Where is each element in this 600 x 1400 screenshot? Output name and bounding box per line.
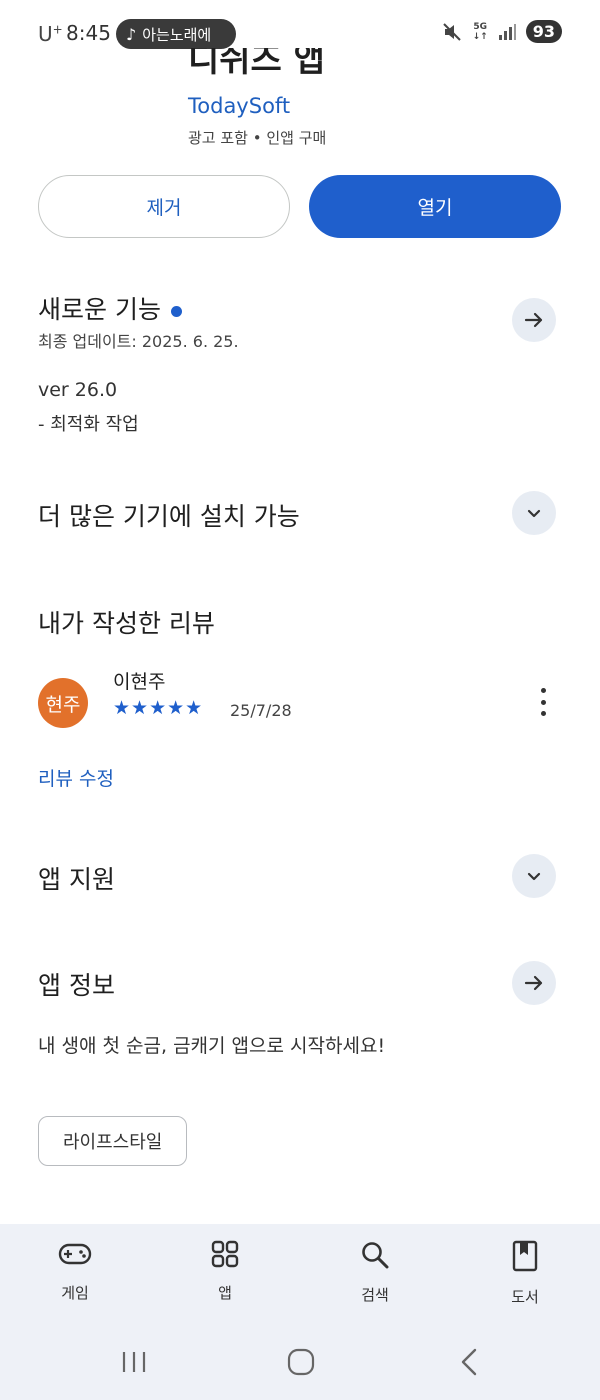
chevron-down-icon xyxy=(527,509,541,518)
more-devices-expand-button[interactable] xyxy=(512,491,556,535)
version-text: ver 26.0 xyxy=(38,379,118,401)
arrow-right-icon xyxy=(524,312,543,328)
reviewer-name: 이현주 xyxy=(113,671,166,693)
recent-apps-icon[interactable] xyxy=(120,1350,148,1378)
developer-link[interactable]: TodaySoft xyxy=(188,94,290,118)
app-description: 내 생애 첫 순금, 금캐기 앱으로 시작하세요! xyxy=(38,1035,386,1057)
apps-grid-icon xyxy=(211,1240,239,1268)
nav-item-books[interactable]: 도서 xyxy=(470,1240,580,1307)
app-info-title[interactable]: 앱 정보 xyxy=(38,966,115,1002)
now-playing-label: 아는노래에 xyxy=(142,25,212,44)
remove-button[interactable]: 제거 xyxy=(38,175,290,238)
system-navigation-bar xyxy=(0,1342,600,1382)
app-info-arrow-button[interactable] xyxy=(512,961,556,1005)
network-5g-icon: 5G ↓↑ xyxy=(472,21,488,42)
new-indicator-dot xyxy=(170,305,182,317)
last-updated: 최종 업데이트: 2025. 6. 25. xyxy=(38,332,239,351)
category-chip[interactable]: 라이프스타일 xyxy=(38,1116,188,1166)
gamepad-icon xyxy=(58,1243,92,1265)
open-button[interactable]: 열기 xyxy=(309,175,561,238)
star-rating: ★★★★★ xyxy=(113,697,204,719)
signal-icon xyxy=(498,23,516,41)
avatar: 현주 xyxy=(38,678,88,728)
search-icon xyxy=(362,1242,389,1269)
book-icon xyxy=(512,1240,538,1272)
mute-icon xyxy=(441,21,463,43)
review-date: 25/7/28 xyxy=(230,701,292,720)
status-time: 8:45 xyxy=(66,21,111,45)
whats-new-title[interactable]: 새로운 기능 xyxy=(38,290,182,326)
my-review-title: 내가 작성한 리뷰 xyxy=(38,609,215,638)
app-support-title[interactable]: 앱 지원 xyxy=(38,860,115,896)
carrier-label: U+ xyxy=(38,22,63,46)
app-support-expand-button[interactable] xyxy=(512,854,556,898)
nav-item-search[interactable]: 검색 xyxy=(320,1240,430,1305)
edit-review-link[interactable]: 리뷰 수정 xyxy=(38,764,114,791)
music-note-icon: ♪ xyxy=(126,24,137,44)
home-icon[interactable] xyxy=(287,1348,315,1380)
nav-label-books: 도서 xyxy=(511,1288,539,1306)
battery-indicator: 93 xyxy=(525,20,562,43)
nav-item-games[interactable]: 게임 xyxy=(20,1240,130,1303)
release-notes: - 최적화 작업 xyxy=(38,414,139,435)
more-options-icon[interactable] xyxy=(532,686,554,718)
now-playing-pill[interactable]: ♪ 아는노래에 xyxy=(116,19,236,49)
app-title: 디쉬즈 앱 xyxy=(188,48,325,80)
nav-label-search: 검색 xyxy=(361,1286,389,1304)
chevron-down-icon xyxy=(527,872,541,881)
nav-label-games: 게임 xyxy=(61,1284,89,1302)
nav-item-apps[interactable]: 앱 xyxy=(170,1240,280,1303)
app-title-clip: 디쉬즈 앱 xyxy=(188,48,368,80)
more-devices-title[interactable]: 더 많은 기기에 설치 가능 xyxy=(38,497,300,533)
status-icons: 5G ↓↑ 93 xyxy=(441,20,562,43)
whats-new-arrow-button[interactable] xyxy=(512,298,556,342)
nav-label-apps: 앱 xyxy=(218,1284,232,1302)
app-meta: 광고 포함 • 인앱 구매 xyxy=(188,129,327,147)
back-icon[interactable] xyxy=(458,1347,480,1381)
arrow-right-icon xyxy=(524,975,543,991)
